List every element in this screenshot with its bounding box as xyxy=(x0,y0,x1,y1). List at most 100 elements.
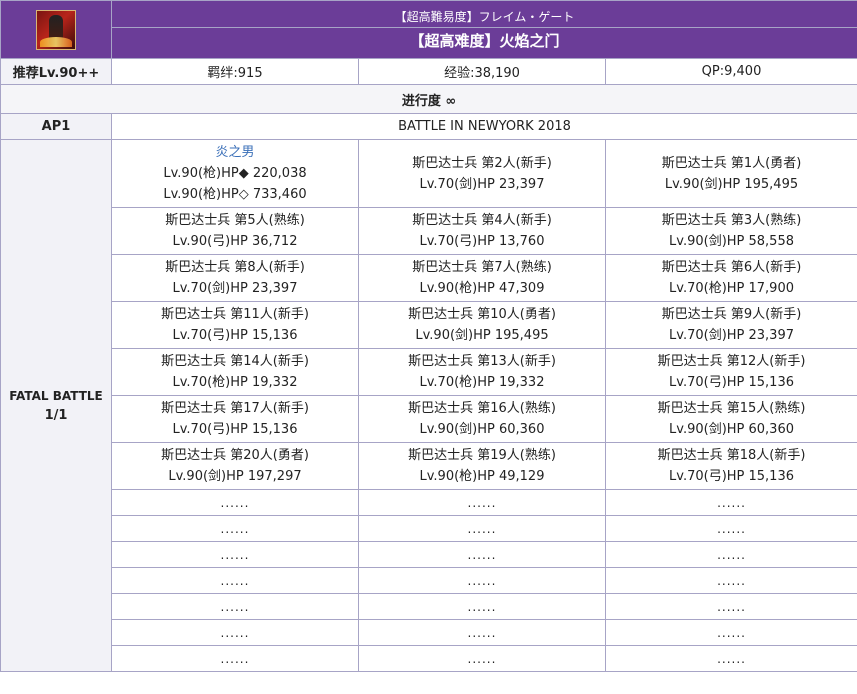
ellipsis-cell: ...... xyxy=(358,593,606,620)
ellipsis-cell: ...... xyxy=(604,489,857,516)
enemy-cell: 斯巴达士兵 第20人(勇者) Lv.90(剑)HP 197,297 xyxy=(111,442,359,490)
enemy-name-link[interactable]: 炎之男 xyxy=(112,142,358,163)
ellipsis-cell: ...... xyxy=(604,515,857,542)
enemy-name: 斯巴达士兵 第11人(新手) xyxy=(161,307,309,322)
placeholder-row: .................. xyxy=(1,645,857,672)
enemy-cell: 斯巴达士兵 第1人(勇者) Lv.90(剑)HP 195,495 xyxy=(604,139,857,208)
enemy-cell: 斯巴达士兵 第13人(新手) Lv.70(枪)HP 19,332 xyxy=(358,348,606,396)
enemy-cell: 斯巴达士兵 第5人(熟练) Lv.90(弓)HP 36,712 xyxy=(111,207,359,255)
ellipsis-cell: ...... xyxy=(111,645,359,672)
enemy-cell: 斯巴达士兵 第2人(新手) Lv.70(剑)HP 23,397 xyxy=(358,139,606,208)
enemy-name: 斯巴达士兵 第19人(熟练) xyxy=(408,448,556,463)
enemy-row: 斯巴达士兵 第20人(勇者) Lv.90(剑)HP 197,297 斯巴达士兵 第1… xyxy=(1,442,857,490)
ellipsis-cell: ...... xyxy=(604,567,857,594)
ellipsis-cell: ...... xyxy=(604,619,857,646)
enemy-stats: Lv.90(剑)HP 58,558 xyxy=(669,234,794,249)
enemy-name: 斯巴达士兵 第8人(新手) xyxy=(165,260,305,275)
enemy-cell: 斯巴达士兵 第11人(新手) Lv.70(弓)HP 15,136 xyxy=(111,301,359,349)
enemy-name: 斯巴达士兵 第20人(勇者) xyxy=(161,448,309,463)
enemy-cell: 斯巴达士兵 第12人(新手) Lv.70(弓)HP 15,136 xyxy=(604,348,857,396)
quest-icon-cell xyxy=(0,0,112,59)
ellipsis-cell: ...... xyxy=(358,619,606,646)
enemy-row: 斯巴达士兵 第11人(新手) Lv.70(弓)HP 15,136 斯巴达士兵 第10… xyxy=(1,301,857,349)
enemy-row: 斯巴达士兵 第5人(熟练) Lv.90(弓)HP 36,712 斯巴达士兵 第4人(… xyxy=(1,207,857,255)
ellipsis-cell: ...... xyxy=(111,489,359,516)
enemy-cell: 斯巴达士兵 第6人(新手) Lv.70(枪)HP 17,900 xyxy=(604,254,857,302)
enemy-stats: Lv.70(剑)HP 23,397 xyxy=(669,328,794,343)
enemy-name: 斯巴达士兵 第12人(新手) xyxy=(657,354,806,369)
enemy-name: 斯巴达士兵 第4人(新手) xyxy=(412,213,552,228)
progress-row: 进行度 ∞ xyxy=(0,84,857,114)
placeholder-row: .................. xyxy=(1,541,857,568)
placeholder-row: .................. xyxy=(1,593,857,620)
battle-name: BATTLE IN NEWYORK 2018 xyxy=(110,113,857,140)
ellipsis-cell: ...... xyxy=(111,619,359,646)
enemy-stats: Lv.70(枪)HP 19,332 xyxy=(419,375,545,390)
enemy-stats: Lv.90(剑)HP 60,360 xyxy=(669,422,794,437)
fatal-battle-ratio: 1/1 xyxy=(44,407,68,423)
enemy-stats: Lv.70(弓)HP 15,136 xyxy=(669,375,794,390)
enemy-stats: Lv.70(枪)HP 19,332 xyxy=(172,375,298,390)
enemy-stats: Lv.90(弓)HP 36,712 xyxy=(172,234,298,249)
enemy-stats: Lv.70(弓)HP 15,136 xyxy=(172,328,298,343)
enemy-stats: Lv.70(剑)HP 23,397 xyxy=(172,281,298,296)
ellipsis-cell: ...... xyxy=(358,541,606,568)
enemy-name: 斯巴达士兵 第18人(新手) xyxy=(657,448,806,463)
enemy-stats: Lv.90(枪)HP 47,309 xyxy=(419,281,545,296)
flame-gate-quest-icon[interactable] xyxy=(36,9,76,50)
ellipsis-cell: ...... xyxy=(358,515,606,542)
enemy-name: 斯巴达士兵 第13人(新手) xyxy=(408,354,556,369)
enemy-stats: Lv.70(弓)HP 15,136 xyxy=(172,422,298,437)
fatal-battle-label: FATAL BATTLE 1/1 xyxy=(0,139,112,672)
ellipsis-cell: ...... xyxy=(604,645,857,672)
placeholder-row: .................. xyxy=(1,567,857,594)
enemy-name: 斯巴达士兵 第7人(熟练) xyxy=(412,260,552,275)
enemy-name: 斯巴达士兵 第10人(勇者) xyxy=(408,307,556,322)
placeholder-row: .................. xyxy=(1,515,857,542)
enemy-stats: Lv.70(弓)HP 13,760 xyxy=(419,234,545,249)
enemy-cell: 斯巴达士兵 第4人(新手) Lv.70(弓)HP 13,760 xyxy=(358,207,606,255)
enemy-row: 斯巴达士兵 第8人(新手) Lv.70(剑)HP 23,397 斯巴达士兵 第7人(… xyxy=(1,254,857,302)
enemy-stats: Lv.70(剑)HP 23,397 xyxy=(419,176,545,192)
ellipsis-cell: ...... xyxy=(358,489,606,516)
ellipsis-cell: ...... xyxy=(111,515,359,542)
quest-cn-title: 【超高难度】火焰之门 xyxy=(110,27,857,59)
quest-jp-title: 【超高難易度】フレイム・ゲート xyxy=(110,0,857,29)
ellipsis-cell: ...... xyxy=(111,541,359,568)
enemy-stats: Lv.90(剑)HP 60,360 xyxy=(419,422,545,437)
enemy-name: 斯巴达士兵 第2人(新手) xyxy=(412,155,552,171)
enemy-cell: 炎之男 Lv.90(枪)HP◆ 220,038 Lv.90(枪)HP◇ 733,46… xyxy=(111,139,359,208)
enemy-stats: Lv.90(枪)HP◇ 733,460 xyxy=(163,187,307,202)
enemy-name: 斯巴达士兵 第3人(熟练) xyxy=(661,213,802,228)
ellipsis-cell: ...... xyxy=(111,567,359,594)
enemy-cell: 斯巴达士兵 第9人(新手) Lv.70(剑)HP 23,397 xyxy=(604,301,857,349)
enemy-row: FATAL BATTLE 1/1 炎之男 Lv.90(枪)HP◆ 220,038 Lv.… xyxy=(0,139,857,672)
fatal-battle-title: FATAL BATTLE xyxy=(9,388,103,403)
ellipsis-cell: ...... xyxy=(358,567,606,594)
enemy-cell: 斯巴达士兵 第14人(新手) Lv.70(枪)HP 19,332 xyxy=(111,348,359,396)
enemy-stats: Lv.90(剑)HP 195,495 xyxy=(415,328,549,343)
enemy-row: 斯巴达士兵 第14人(新手) Lv.70(枪)HP 19,332 斯巴达士兵 第13… xyxy=(1,348,857,396)
enemy-name: 斯巴达士兵 第15人(熟练) xyxy=(657,401,806,416)
quest-table: 【超高難易度】フレイム・ゲート 【超高难度】火焰之门 推荐Lv.90++ 羁绊:… xyxy=(0,0,857,672)
placeholder-row: .................. xyxy=(1,489,857,516)
enemy-cell: 斯巴达士兵 第7人(熟练) Lv.90(枪)HP 47,309 xyxy=(358,254,606,302)
enemy-name: 斯巴达士兵 第16人(熟练) xyxy=(408,401,556,416)
enemy-name: 斯巴达士兵 第9人(新手) xyxy=(661,307,802,322)
ellipsis-cell: ...... xyxy=(604,541,857,568)
enemy-stats: Lv.70(弓)HP 15,136 xyxy=(669,469,794,484)
enemy-cell: 斯巴达士兵 第10人(勇者) Lv.90(剑)HP 195,495 xyxy=(358,301,606,349)
enemy-name: 斯巴达士兵 第1人(勇者) xyxy=(661,155,802,171)
enemy-cell: 斯巴达士兵 第17人(新手) Lv.70(弓)HP 15,136 xyxy=(111,395,359,443)
recommended-level: 推荐Lv.90++ xyxy=(0,58,112,85)
enemy-name: 斯巴达士兵 第5人(熟练) xyxy=(165,213,305,228)
enemy-cell: 斯巴达士兵 第18人(新手) Lv.70(弓)HP 15,136 xyxy=(604,442,857,490)
ellipsis-cell: ...... xyxy=(111,593,359,620)
enemy-name: 斯巴达士兵 第6人(新手) xyxy=(661,260,802,275)
enemy-row: 斯巴达士兵 第17人(新手) Lv.70(弓)HP 15,136 斯巴达士兵 第16… xyxy=(1,395,857,443)
bond-reward: 羁绊:915 xyxy=(111,58,359,85)
enemy-name: 斯巴达士兵 第17人(新手) xyxy=(161,401,309,416)
enemy-cell: 斯巴达士兵 第8人(新手) Lv.70(剑)HP 23,397 xyxy=(111,254,359,302)
ellipsis-cell: ...... xyxy=(358,645,606,672)
ellipsis-cell: ...... xyxy=(604,593,857,620)
